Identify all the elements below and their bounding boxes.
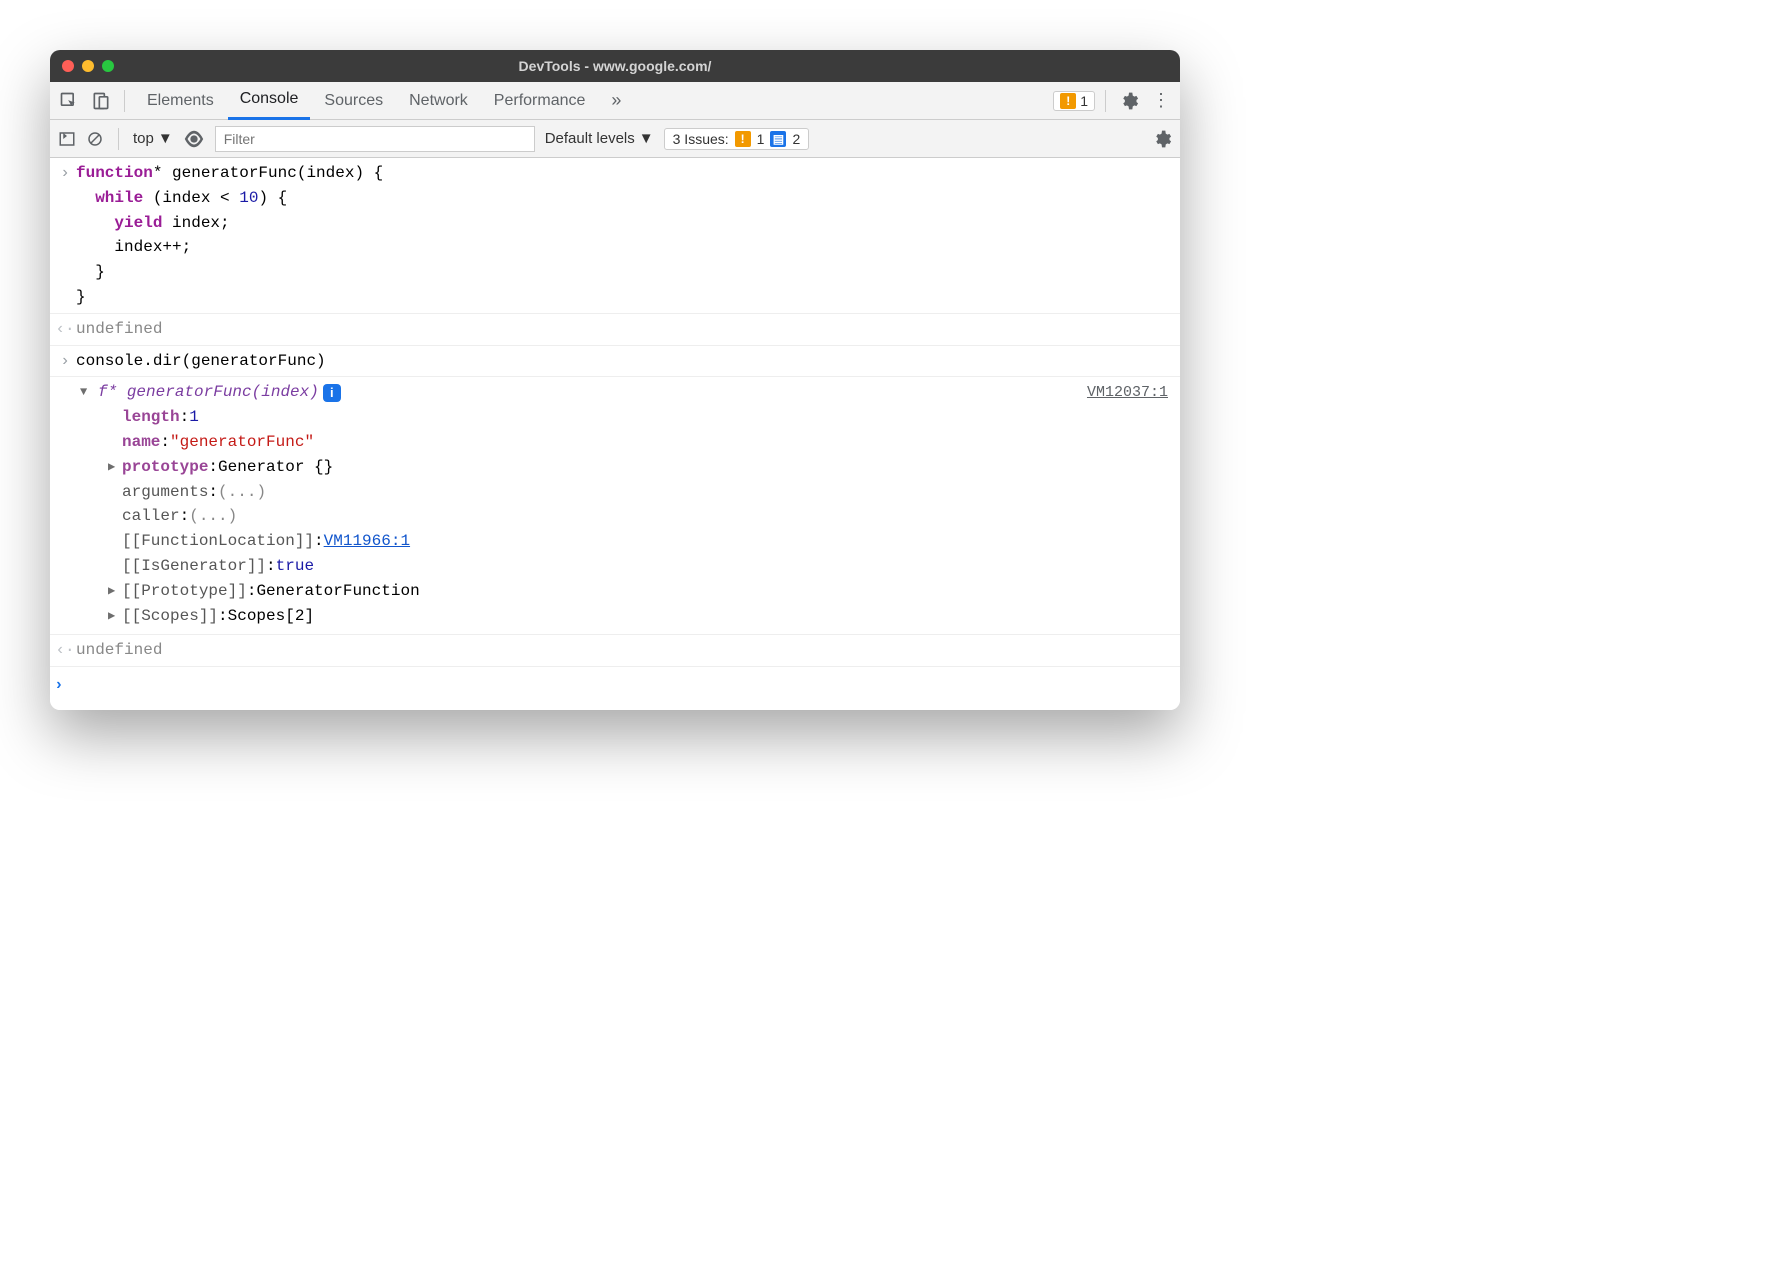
warning-icon: !: [1060, 93, 1076, 109]
object-header[interactable]: ▼ f* generatorFunc(index) i: [80, 380, 1172, 405]
console-toolbar: top ▼ Default levels ▼ 3 Issues: ! 1 ▤ 2: [50, 120, 1180, 158]
live-expression-icon[interactable]: [183, 128, 205, 150]
log-levels-selector[interactable]: Default levels ▼: [545, 130, 654, 147]
return-value: undefined: [76, 638, 1172, 663]
code-block: function* generatorFunc(index) { while (…: [76, 161, 1172, 310]
console-return-row: ‹· undefined: [50, 314, 1180, 346]
code-block: console.dir(generatorFunc): [76, 349, 1172, 374]
prop-name[interactable]: name: "generatorFunc": [108, 430, 1172, 455]
titlebar: DevTools - www.google.com/: [50, 50, 1180, 82]
sidebar-toggle-icon[interactable]: [58, 130, 76, 148]
disclosure-triangle-open-icon[interactable]: ▼: [80, 383, 94, 402]
issues-info-count: 2: [792, 131, 800, 147]
disclosure-triangle-icon[interactable]: ▶: [108, 607, 122, 626]
vm-link[interactable]: VM11966:1: [324, 529, 410, 554]
divider: [124, 90, 125, 112]
prop-function-location[interactable]: [[FunctionLocation]]: VM11966:1: [108, 529, 1172, 554]
prop-scopes[interactable]: ▶ [[Scopes]]: Scopes[2]: [108, 604, 1172, 629]
context-selector[interactable]: top ▼: [133, 130, 173, 147]
tab-network[interactable]: Network: [397, 82, 480, 120]
clear-console-icon[interactable]: [86, 130, 104, 148]
prop-internal-prototype[interactable]: ▶ [[Prototype]]: GeneratorFunction: [108, 579, 1172, 604]
issues-warn-count: 1: [757, 131, 765, 147]
more-options-icon[interactable]: ⋮: [1148, 90, 1174, 111]
prop-caller[interactable]: caller: (...): [108, 504, 1172, 529]
warning-icon: !: [735, 131, 751, 147]
input-chevron-icon: ›: [54, 349, 76, 374]
more-tabs-button[interactable]: »: [603, 90, 629, 111]
output-chevron-icon: ‹·: [54, 638, 76, 663]
device-toolbar-icon[interactable]: [88, 88, 114, 114]
tab-console[interactable]: Console: [228, 82, 311, 120]
console-return-row: ‹· undefined: [50, 635, 1180, 667]
issues-label: 3 Issues:: [673, 131, 729, 147]
prompt-chevron-icon: ›: [54, 673, 64, 698]
disclosure-triangle-icon[interactable]: ▶: [108, 458, 122, 477]
object-inspector[interactable]: VM12037:1 ▼ f* generatorFunc(index) i le…: [50, 377, 1180, 635]
window-title: DevTools - www.google.com/: [50, 58, 1180, 74]
prop-prototype[interactable]: ▶ prototype: Generator {}: [108, 455, 1172, 480]
warning-count: 1: [1080, 93, 1088, 109]
console-input-row[interactable]: › console.dir(generatorFunc): [50, 346, 1180, 378]
tab-elements[interactable]: Elements: [135, 82, 226, 120]
levels-label: Default levels: [545, 130, 635, 147]
output-chevron-icon: ‹·: [54, 317, 76, 342]
console-output: › function* generatorFunc(index) { while…: [50, 158, 1180, 710]
panel-tabbar: Elements Console Sources Network Perform…: [50, 82, 1180, 120]
object-properties: length: 1 name: "generatorFunc" ▶ protot…: [80, 405, 1172, 628]
prop-length[interactable]: length: 1: [108, 405, 1172, 430]
filter-input[interactable]: [215, 126, 535, 152]
disclosure-triangle-icon[interactable]: ▶: [108, 582, 122, 601]
tab-performance[interactable]: Performance: [482, 82, 598, 120]
prop-is-generator[interactable]: [[IsGenerator]]: true: [108, 554, 1172, 579]
issues-button[interactable]: 3 Issues: ! 1 ▤ 2: [664, 128, 810, 150]
info-icon: ▤: [770, 131, 786, 147]
info-badge-icon[interactable]: i: [323, 384, 341, 402]
divider: [1105, 90, 1106, 112]
console-input-row[interactable]: › function* generatorFunc(index) { while…: [50, 158, 1180, 314]
warnings-badge[interactable]: ! 1: [1053, 91, 1095, 111]
prop-arguments[interactable]: arguments: (...): [108, 480, 1172, 505]
settings-icon[interactable]: [1116, 88, 1142, 114]
console-settings-icon[interactable]: [1152, 129, 1172, 149]
context-label: top: [133, 130, 154, 147]
tab-sources[interactable]: Sources: [312, 82, 395, 120]
chevron-down-icon: ▼: [158, 130, 173, 147]
return-value: undefined: [76, 317, 1172, 342]
console-prompt[interactable]: ›: [50, 667, 1180, 710]
panel-tabs: Elements Console Sources Network Perform…: [135, 82, 597, 120]
inspect-element-icon[interactable]: [56, 88, 82, 114]
source-link[interactable]: VM12037:1: [1087, 381, 1168, 404]
input-chevron-icon: ›: [54, 161, 76, 310]
devtools-window: DevTools - www.google.com/ Elements Cons…: [50, 50, 1180, 710]
divider: [118, 128, 119, 150]
chevron-down-icon: ▼: [639, 130, 654, 147]
